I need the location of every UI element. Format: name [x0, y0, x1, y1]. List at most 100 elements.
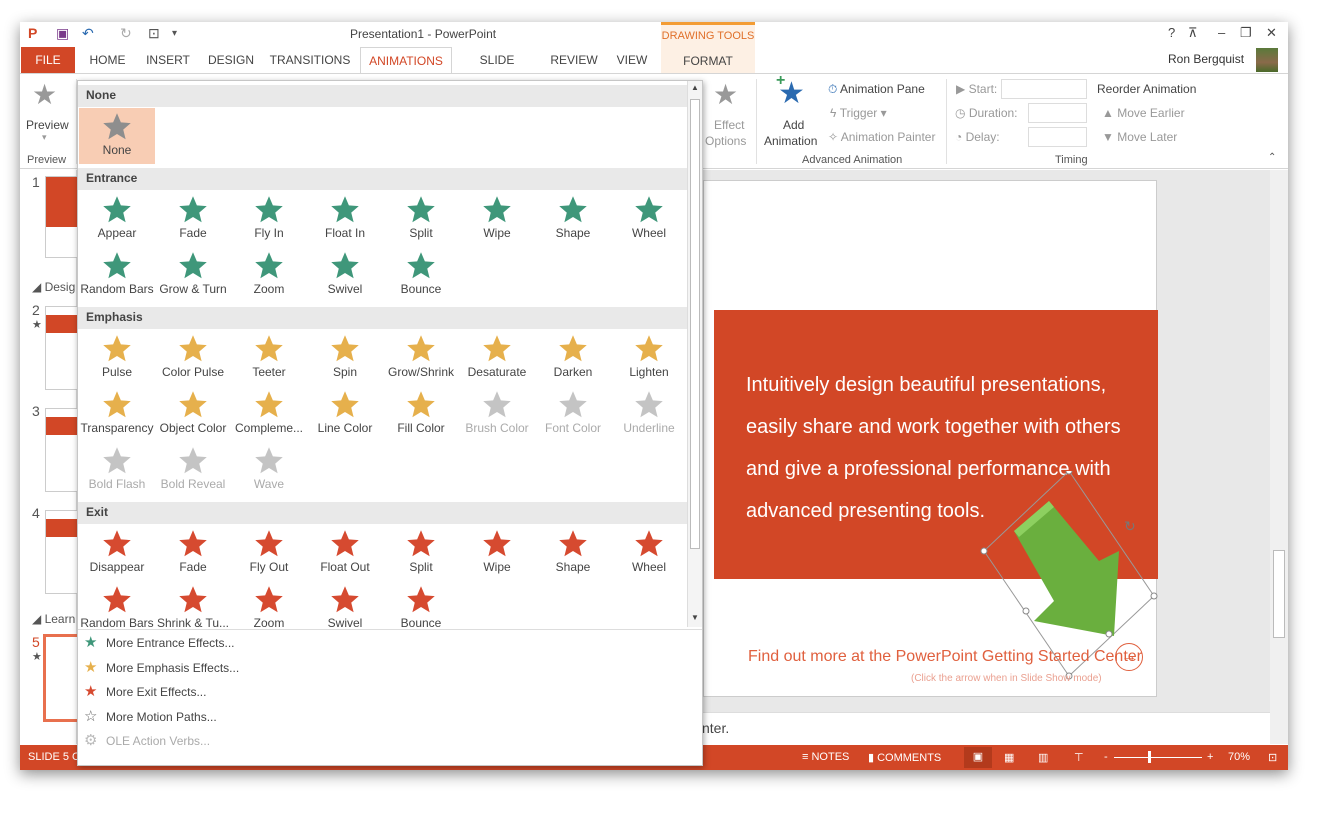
animation-exit-fly-out[interactable]: Fly Out — [231, 525, 307, 581]
animation-entrance-fly-in[interactable]: Fly In — [231, 191, 307, 247]
animation-emphasis-grow-shrink[interactable]: Grow/Shrink — [383, 330, 459, 386]
tab-review[interactable]: REVIEW — [548, 47, 600, 73]
tab-home[interactable]: HOME — [80, 47, 135, 73]
duration-spinner[interactable] — [1028, 103, 1087, 123]
animation-exit-float-out[interactable]: Float Out — [307, 525, 383, 581]
animation-emphasis-teeter[interactable]: Teeter — [231, 330, 307, 386]
animation-entrance-fade[interactable]: Fade — [155, 191, 231, 247]
customize-qat-icon[interactable]: ▾ — [172, 28, 177, 39]
tab-design[interactable]: DESIGN — [204, 47, 258, 73]
animation-emphasis-object-color[interactable]: Object Color — [155, 386, 231, 442]
animation-emphasis-underline[interactable]: Underline — [611, 386, 687, 442]
move-later-button[interactable]: ▼ Move Later — [1102, 130, 1177, 144]
animation-exit-wheel[interactable]: Wheel — [611, 525, 687, 581]
scroll-down-icon[interactable]: ▼ — [691, 613, 699, 622]
normal-view-icon[interactable]: ▣ — [964, 747, 992, 768]
animation-emphasis-bold-flash[interactable]: Bold Flash — [79, 442, 155, 498]
animation-exit-shrink-tu-[interactable]: Shrink & Tu... — [155, 581, 231, 627]
slide-scrollbar[interactable] — [1270, 170, 1288, 744]
animation-exit-fade[interactable]: Fade — [155, 525, 231, 581]
menu-more-exit-effects[interactable]: ★ More Exit Effects... — [84, 681, 206, 703]
ribbon-display-icon[interactable]: ⊼ — [1188, 25, 1198, 41]
trigger-button[interactable]: ϟ Trigger ▾ — [830, 106, 887, 120]
animation-emphasis-darken[interactable]: Darken — [535, 330, 611, 386]
comments-button[interactable]: ▮ COMMENTS — [868, 751, 941, 764]
delay-spinner[interactable] — [1028, 127, 1087, 147]
animation-emphasis-desaturate[interactable]: Desaturate — [459, 330, 535, 386]
animation-entrance-split[interactable]: Split — [383, 191, 459, 247]
scroll-up-icon[interactable]: ▲ — [691, 83, 699, 92]
tab-slide-show[interactable]: SLIDE SHOW — [460, 47, 534, 93]
animation-entrance-bounce[interactable]: Bounce — [383, 247, 459, 303]
animation-emphasis-spin[interactable]: Spin — [307, 330, 383, 386]
animation-emphasis-fill-color[interactable]: Fill Color — [383, 386, 459, 442]
tab-view[interactable]: VIEW — [612, 47, 652, 73]
zoom-slider[interactable] — [1114, 757, 1202, 758]
tab-insert[interactable]: INSERT — [142, 47, 194, 73]
start-from-beginning-icon[interactable]: ⊡ — [148, 25, 160, 42]
minimize-icon[interactable]: – — [1218, 25, 1225, 40]
animation-exit-shape[interactable]: Shape — [535, 525, 611, 581]
animation-exit-zoom[interactable]: Zoom — [231, 581, 307, 627]
animation-exit-swivel[interactable]: Swivel — [307, 581, 383, 627]
animation-emphasis-lighten[interactable]: Lighten — [611, 330, 687, 386]
zoom-out-button[interactable]: - — [1104, 751, 1108, 763]
animation-exit-random-bars[interactable]: Random Bars — [79, 581, 155, 627]
animation-entrance-zoom[interactable]: Zoom — [231, 247, 307, 303]
scrollbar-thumb[interactable] — [1273, 550, 1285, 638]
animation-emphasis-compleme-[interactable]: Compleme... — [231, 386, 307, 442]
redo-icon[interactable]: ↻ — [120, 25, 132, 42]
menu-more-emphasis-effects[interactable]: ★ More Emphasis Effects... — [84, 657, 239, 679]
animation-entrance-float-in[interactable]: Float In — [307, 191, 383, 247]
animation-entrance-swivel[interactable]: Swivel — [307, 247, 383, 303]
help-icon[interactable]: ? — [1168, 25, 1175, 40]
restore-icon[interactable]: ❐ — [1240, 25, 1252, 41]
start-dropdown[interactable] — [1001, 79, 1087, 99]
animation-emphasis-color-pulse[interactable]: Color Pulse — [155, 330, 231, 386]
fit-slide-icon[interactable]: ⊡ — [1268, 751, 1277, 764]
animation-exit-split[interactable]: Split — [383, 525, 459, 581]
tab-file[interactable]: FILE — [21, 47, 75, 73]
tab-transitions[interactable]: TRANSITIONS — [268, 47, 352, 73]
animation-emphasis-line-color[interactable]: Line Color — [307, 386, 383, 442]
section-design[interactable]: ◢ Desig — [32, 280, 75, 294]
notes-button[interactable]: ≡ NOTES — [802, 751, 849, 763]
animation-exit-disappear[interactable]: Disappear — [79, 525, 155, 581]
zoom-in-button[interactable]: + — [1207, 751, 1213, 763]
animation-emphasis-font-color[interactable]: Font Color — [535, 386, 611, 442]
animation-entrance-appear[interactable]: Appear — [79, 191, 155, 247]
animation-pane-button[interactable]: ⏱ Animation Pane — [828, 82, 925, 97]
section-learn[interactable]: ◢ Learn — [32, 612, 75, 626]
animation-emphasis-pulse[interactable]: Pulse — [79, 330, 155, 386]
animation-entrance-random-bars[interactable]: Random Bars — [79, 247, 155, 303]
slide-sorter-icon[interactable]: ▦ — [1004, 751, 1014, 764]
collapse-ribbon-icon[interactable]: ⌃ — [1268, 152, 1276, 163]
zoom-level[interactable]: 70% — [1228, 751, 1250, 763]
reading-view-icon[interactable]: ▥ — [1038, 751, 1048, 764]
animation-entrance-wheel[interactable]: Wheel — [611, 191, 687, 247]
menu-ole-action-verbs[interactable]: ⚙ OLE Action Verbs... — [84, 730, 210, 752]
getting-started-link[interactable]: Find out more at the PowerPoint Getting … — [748, 648, 1142, 666]
arrow-right-circle-icon[interactable]: → — [1115, 643, 1143, 671]
save-icon[interactable]: ▣ — [56, 25, 69, 42]
animation-painter-button[interactable]: ✧ Animation Painter — [828, 130, 935, 144]
animation-entrance-wipe[interactable]: Wipe — [459, 191, 535, 247]
gallery-scrollbar[interactable]: ▲ ▼ — [687, 81, 702, 627]
animation-emphasis-transparency[interactable]: Transparency — [79, 386, 155, 442]
menu-more-entrance-effects[interactable]: ★ More Entrance Effects... — [84, 632, 235, 654]
undo-icon[interactable]: ↶ — [82, 25, 94, 42]
slide[interactable]: Intuitively design beautiful presentatio… — [703, 180, 1158, 697]
slide-show-icon[interactable]: ⊤ — [1074, 751, 1084, 764]
animation-entrance-grow-turn[interactable]: Grow & Turn — [155, 247, 231, 303]
gallery-scrollbar-thumb[interactable] — [690, 99, 700, 549]
close-icon[interactable]: ✕ — [1266, 25, 1277, 41]
animation-entrance-shape[interactable]: Shape — [535, 191, 611, 247]
animation-emphasis-bold-reveal[interactable]: Bold Reveal — [155, 442, 231, 498]
animation-exit-bounce[interactable]: Bounce — [383, 581, 459, 627]
animation-exit-wipe[interactable]: Wipe — [459, 525, 535, 581]
animation-emphasis-wave[interactable]: Wave — [231, 442, 307, 498]
tab-animations[interactable]: ANIMATIONS — [360, 47, 452, 73]
zoom-slider-thumb[interactable] — [1147, 751, 1151, 763]
animation-none-none[interactable]: None — [79, 108, 155, 164]
menu-more-motion-paths[interactable]: ☆ More Motion Paths... — [84, 706, 217, 728]
